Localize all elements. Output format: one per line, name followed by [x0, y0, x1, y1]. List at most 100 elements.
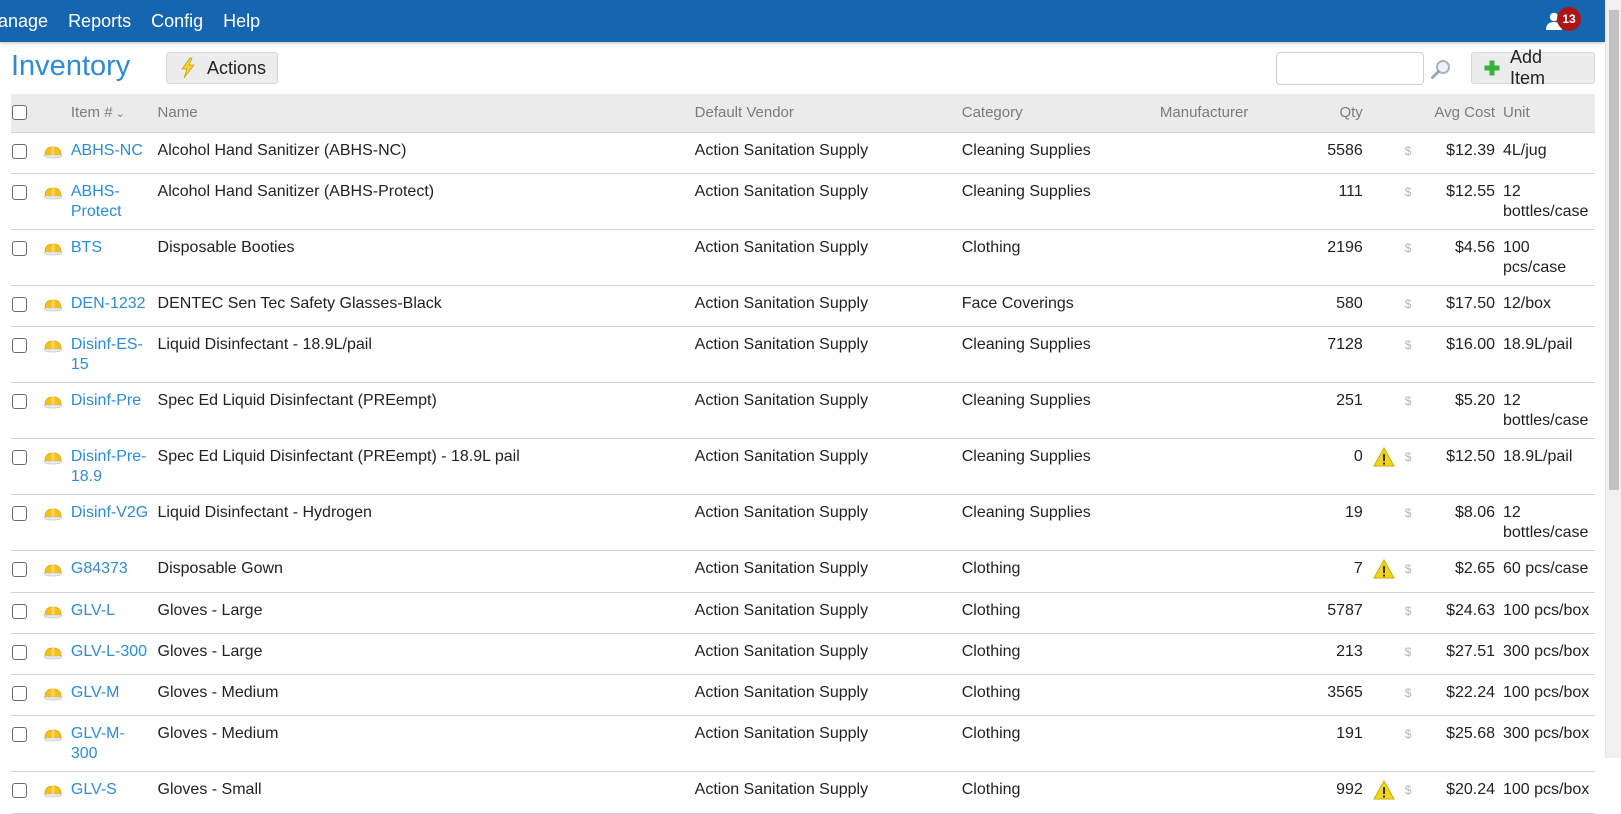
hard-hat-icon: [43, 452, 63, 464]
item-qty: 3565: [1305, 673, 1367, 715]
row-checkbox[interactable]: [12, 644, 27, 660]
item-avg-cost: $20.24: [1415, 770, 1499, 814]
row-checkbox[interactable]: [12, 561, 27, 577]
item-name: Spec Ed Liquid Disinfectant (PREempt): [153, 381, 691, 438]
lightning-icon: [179, 57, 197, 79]
cost-marker-icon: $: [1404, 240, 1412, 255]
item-category: Cleaning Supplies: [957, 493, 1156, 550]
inventory-table: Item # ⌄ Name Default Vendor Category Man…: [11, 94, 1595, 814]
item-qty: 992: [1305, 770, 1367, 814]
select-all-checkbox[interactable]: [12, 105, 27, 121]
item-number-link[interactable]: GLV-L-300: [71, 643, 147, 660]
item-number-link[interactable]: GLV-M-300: [71, 725, 125, 762]
item-number-link[interactable]: DEN-1232: [71, 295, 146, 312]
nav-reports[interactable]: Reports: [68, 11, 131, 32]
row-checkbox[interactable]: [12, 240, 27, 256]
warning-icon: [1372, 446, 1395, 466]
cost-marker-icon: $: [1404, 337, 1412, 352]
table-row[interactable]: Disinf-ES-15 Liquid Disinfectant - 18.9L…: [11, 325, 1595, 382]
item-name: Alcohol Hand Sanitizer (ABHS-Protect): [153, 172, 691, 229]
hard-hat-icon: [43, 396, 63, 408]
item-vendor: Action Sanitation Supply: [690, 549, 958, 592]
user-menu[interactable]: 13: [1543, 6, 1583, 36]
hard-hat-icon: [43, 508, 63, 520]
item-number-link[interactable]: GLV-L: [71, 602, 115, 619]
row-checkbox[interactable]: [12, 337, 27, 353]
item-manufacturer: [1155, 591, 1306, 633]
row-checkbox[interactable]: [12, 296, 27, 312]
table-row[interactable]: GLV-L Gloves - Large Action Sanitation S…: [11, 591, 1595, 633]
nav-manage[interactable]: anage: [0, 11, 48, 32]
item-category: Clothing: [957, 228, 1156, 285]
row-checkbox[interactable]: [12, 393, 27, 409]
item-avg-cost: $4.56: [1415, 228, 1499, 285]
item-unit: 300 pcs/box: [1499, 632, 1595, 674]
item-number-link[interactable]: Disinf-V2G: [71, 504, 148, 521]
table-row[interactable]: GLV-M Gloves - Medium Action Sanitation …: [11, 673, 1595, 715]
warning-icon: [1372, 779, 1395, 799]
table-row[interactable]: ABHS-NC Alcohol Hand Sanitizer (ABHS-NC)…: [11, 131, 1595, 173]
item-qty: 7128: [1305, 325, 1367, 382]
nav-help[interactable]: Help: [223, 11, 260, 32]
table-row[interactable]: ABHS-Protect Alcohol Hand Sanitizer (ABH…: [11, 172, 1595, 229]
item-vendor: Action Sanitation Supply: [690, 437, 958, 494]
header-unit[interactable]: Unit: [1499, 94, 1595, 132]
header-manufacturer[interactable]: Manufacturer: [1156, 94, 1305, 132]
row-checkbox[interactable]: [12, 505, 27, 521]
item-name: Gloves - Large: [153, 632, 691, 674]
row-checkbox[interactable]: [12, 782, 27, 798]
item-manufacturer: [1155, 673, 1306, 715]
item-number-link[interactable]: ABHS-Protect: [71, 183, 122, 220]
hard-hat-icon: [43, 187, 63, 199]
table-row[interactable]: GLV-L-300 Gloves - Large Action Sanitati…: [11, 632, 1595, 674]
item-avg-cost: $5.20: [1415, 381, 1499, 438]
header-default-vendor[interactable]: Default Vendor: [691, 94, 958, 132]
item-number-link[interactable]: Disinf-Pre: [71, 392, 141, 409]
row-checkbox[interactable]: [12, 143, 27, 159]
item-number-link[interactable]: ABHS-NC: [71, 142, 143, 159]
header-category[interactable]: Category: [958, 94, 1156, 132]
row-checkbox[interactable]: [12, 449, 27, 465]
header-name[interactable]: Name: [154, 94, 691, 132]
item-number-link[interactable]: BTS: [71, 239, 102, 256]
add-item-button[interactable]: Add Item: [1471, 47, 1595, 88]
row-checkbox[interactable]: [12, 685, 27, 701]
item-number-link[interactable]: Disinf-ES-15: [71, 336, 143, 373]
cost-marker-icon: $: [1404, 505, 1412, 520]
item-category: Clothing: [957, 632, 1156, 674]
table-row[interactable]: Disinf-Pre-18.9 Spec Ed Liquid Disinfect…: [11, 437, 1595, 494]
item-vendor: Action Sanitation Supply: [690, 284, 958, 326]
item-number-link[interactable]: GLV-S: [71, 781, 117, 798]
header-qty[interactable]: Qty: [1305, 94, 1367, 132]
item-number-link[interactable]: Disinf-Pre-18.9: [71, 448, 147, 485]
nav-config[interactable]: Config: [151, 11, 203, 32]
actions-button[interactable]: Actions: [166, 52, 278, 84]
table-row[interactable]: BTS Disposable Booties Action Sanitation…: [11, 228, 1595, 285]
search-input[interactable]: [1276, 52, 1424, 85]
scrollbar-thumb[interactable]: [1609, 10, 1619, 490]
header-item-number[interactable]: Item # ⌄: [67, 94, 154, 132]
page-scrollbar[interactable]: [1605, 0, 1621, 758]
header-avg-cost[interactable]: Avg Cost: [1415, 94, 1499, 132]
table-row[interactable]: DEN-1232 DENTEC Sen Tec Safety Glasses-B…: [11, 284, 1595, 326]
item-name: DENTEC Sen Tec Safety Glasses-Black: [153, 284, 691, 326]
hard-hat-icon: [43, 647, 63, 659]
table-header-row: Item # ⌄ Name Default Vendor Category Man…: [11, 94, 1595, 132]
table-row[interactable]: GLV-S Gloves - Small Action Sanitation S…: [11, 770, 1595, 814]
table-row[interactable]: Disinf-Pre Spec Ed Liquid Disinfectant (…: [11, 381, 1595, 438]
row-checkbox[interactable]: [12, 726, 27, 742]
item-number-link[interactable]: G84373: [71, 560, 128, 577]
item-vendor: Action Sanitation Supply: [690, 381, 958, 438]
row-checkbox[interactable]: [12, 603, 27, 619]
item-unit: 18.9L/pail: [1499, 325, 1595, 382]
table-row[interactable]: GLV-M-300 Gloves - Medium Action Sanitat…: [11, 714, 1595, 771]
item-qty: 251: [1305, 381, 1367, 438]
item-category: Cleaning Supplies: [957, 437, 1156, 494]
table-row[interactable]: Disinf-V2G Liquid Disinfectant - Hydroge…: [11, 493, 1595, 550]
table-row[interactable]: G84373 Disposable Gown Action Sanitation…: [11, 549, 1595, 592]
row-checkbox[interactable]: [12, 184, 27, 200]
item-number-link[interactable]: GLV-M: [71, 684, 120, 701]
search-icon[interactable]: [1430, 58, 1452, 80]
item-manufacturer: [1155, 381, 1306, 438]
item-category: Clothing: [957, 673, 1156, 715]
